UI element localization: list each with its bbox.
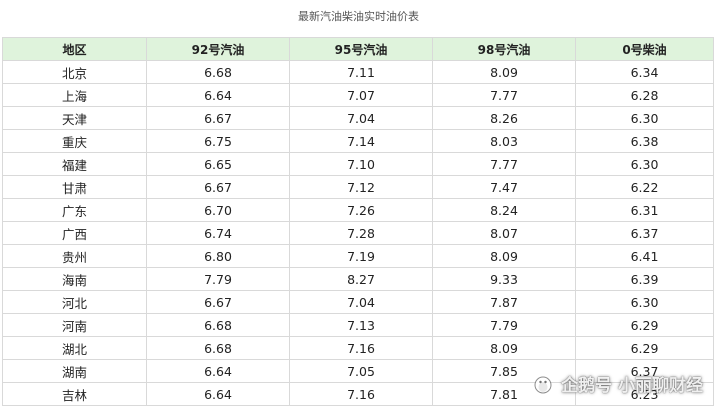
cell-region: 海南 (2, 267, 147, 291)
table-title: 最新汽油柴油实时油价表 (298, 10, 419, 23)
cell-92-gasoline: 6.75 (146, 129, 290, 153)
column-header-region: 地区 (2, 37, 147, 61)
cell-98-gasoline: 7.47 (432, 175, 576, 199)
cell-95-gasoline: 7.04 (289, 290, 433, 314)
table-row: 河南 6.68 7.13 7.79 6.29 (2, 313, 714, 337)
oil-price-table: 地区 92号汽油 95号汽油 98号汽油 0号柴油 北京 6.68 7.11 8.09… (2, 37, 714, 406)
table-row: 湖北 6.68 7.16 8.09 6.29 (2, 336, 714, 360)
cell-95-gasoline: 7.12 (289, 175, 433, 199)
cell-region: 天津 (2, 106, 147, 130)
cell-95-gasoline: 7.10 (289, 152, 433, 176)
cell-region: 重庆 (2, 129, 147, 153)
watermark-text: 企鹅号 小丽聊财经 (561, 376, 703, 396)
cell-95-gasoline: 7.07 (289, 83, 433, 107)
page: 最新汽油柴油实时油价表 地区 92号汽油 95号汽油 98号汽油 0号柴油 北京… (0, 0, 717, 406)
table-row: 广东 6.70 7.26 8.24 6.31 (2, 198, 714, 222)
cell-98-gasoline: 8.24 (432, 198, 576, 222)
cell-92-gasoline: 6.80 (146, 244, 290, 268)
cell-92-gasoline: 6.67 (146, 106, 290, 130)
table-row: 河北 6.67 7.04 7.87 6.30 (2, 290, 714, 314)
table-row: 海南 7.79 8.27 9.33 6.39 (2, 267, 714, 291)
cell-92-gasoline: 6.68 (146, 60, 290, 84)
cell-95-gasoline: 7.14 (289, 129, 433, 153)
cell-0-diesel: 6.29 (575, 336, 714, 360)
cell-0-diesel: 6.29 (575, 313, 714, 337)
table-row: 甘肃 6.67 7.12 7.47 6.22 (2, 175, 714, 199)
cell-95-gasoline: 8.27 (289, 267, 433, 291)
cell-region: 吉林 (2, 382, 147, 406)
cell-92-gasoline: 6.64 (146, 382, 290, 406)
table-row: 上海 6.64 7.07 7.77 6.28 (2, 83, 714, 107)
cell-95-gasoline: 7.13 (289, 313, 433, 337)
cell-0-diesel: 6.37 (575, 221, 714, 245)
cell-92-gasoline: 6.74 (146, 221, 290, 245)
cell-98-gasoline: 7.87 (432, 290, 576, 314)
cell-95-gasoline: 7.05 (289, 359, 433, 383)
cell-0-diesel: 6.39 (575, 267, 714, 291)
cell-0-diesel: 6.30 (575, 152, 714, 176)
cell-98-gasoline: 7.77 (432, 152, 576, 176)
cell-region: 上海 (2, 83, 147, 107)
column-header-0-diesel: 0号柴油 (575, 37, 714, 61)
cell-95-gasoline: 7.26 (289, 198, 433, 222)
cell-region: 广西 (2, 221, 147, 245)
cell-92-gasoline: 6.70 (146, 198, 290, 222)
cell-region: 河北 (2, 290, 147, 314)
cell-95-gasoline: 7.28 (289, 221, 433, 245)
column-header-95-gasoline: 95号汽油 (289, 37, 433, 61)
cell-98-gasoline: 8.09 (432, 60, 576, 84)
cell-98-gasoline: 8.09 (432, 336, 576, 360)
watermark: 企鹅号 小丽聊财经 (531, 371, 703, 396)
table-header-row: 地区 92号汽油 95号汽油 98号汽油 0号柴油 (2, 37, 714, 61)
cell-92-gasoline: 6.68 (146, 313, 290, 337)
cell-98-gasoline: 9.33 (432, 267, 576, 291)
cell-region: 广东 (2, 198, 147, 222)
cell-0-diesel: 6.34 (575, 60, 714, 84)
cell-region: 甘肃 (2, 175, 147, 199)
cell-region: 河南 (2, 313, 147, 337)
cell-98-gasoline: 7.79 (432, 313, 576, 337)
table-row: 广西 6.74 7.28 8.07 6.37 (2, 221, 714, 245)
cell-95-gasoline: 7.19 (289, 244, 433, 268)
cell-region: 北京 (2, 60, 147, 84)
cell-98-gasoline: 7.77 (432, 83, 576, 107)
table-row: 福建 6.65 7.10 7.77 6.30 (2, 152, 714, 176)
cell-region: 湖南 (2, 359, 147, 383)
cell-region: 贵州 (2, 244, 147, 268)
cell-92-gasoline: 6.67 (146, 290, 290, 314)
column-header-92-gasoline: 92号汽油 (146, 37, 290, 61)
cell-98-gasoline: 8.07 (432, 221, 576, 245)
cell-92-gasoline: 6.68 (146, 336, 290, 360)
cell-0-diesel: 6.31 (575, 198, 714, 222)
cell-0-diesel: 6.38 (575, 129, 714, 153)
cell-98-gasoline: 8.09 (432, 244, 576, 268)
table-row: 天津 6.67 7.04 8.26 6.30 (2, 106, 714, 130)
cell-0-diesel: 6.30 (575, 106, 714, 130)
cell-98-gasoline: 8.26 (432, 106, 576, 130)
cell-region: 湖北 (2, 336, 147, 360)
cell-92-gasoline: 6.65 (146, 152, 290, 176)
cell-92-gasoline: 6.64 (146, 359, 290, 383)
cell-0-diesel: 6.30 (575, 290, 714, 314)
cell-92-gasoline: 6.67 (146, 175, 290, 199)
cell-95-gasoline: 7.04 (289, 106, 433, 130)
table-body: 北京 6.68 7.11 8.09 6.34 上海 6.64 7.07 7.77 6.28 天津 6.… (2, 60, 714, 406)
cell-0-diesel: 6.41 (575, 244, 714, 268)
cell-region: 福建 (2, 152, 147, 176)
cell-95-gasoline: 7.16 (289, 336, 433, 360)
cell-95-gasoline: 7.11 (289, 60, 433, 84)
table-row: 重庆 6.75 7.14 8.03 6.38 (2, 129, 714, 153)
cell-0-diesel: 6.22 (575, 175, 714, 199)
cell-95-gasoline: 7.16 (289, 382, 433, 406)
cell-92-gasoline: 7.79 (146, 267, 290, 291)
cell-92-gasoline: 6.64 (146, 83, 290, 107)
table-row: 北京 6.68 7.11 8.09 6.34 (2, 60, 714, 84)
cell-98-gasoline: 8.03 (432, 129, 576, 153)
cell-0-diesel: 6.28 (575, 83, 714, 107)
column-header-98-gasoline: 98号汽油 (432, 37, 576, 61)
penguin-logo-icon (534, 376, 552, 393)
table-row: 贵州 6.80 7.19 8.09 6.41 (2, 244, 714, 268)
